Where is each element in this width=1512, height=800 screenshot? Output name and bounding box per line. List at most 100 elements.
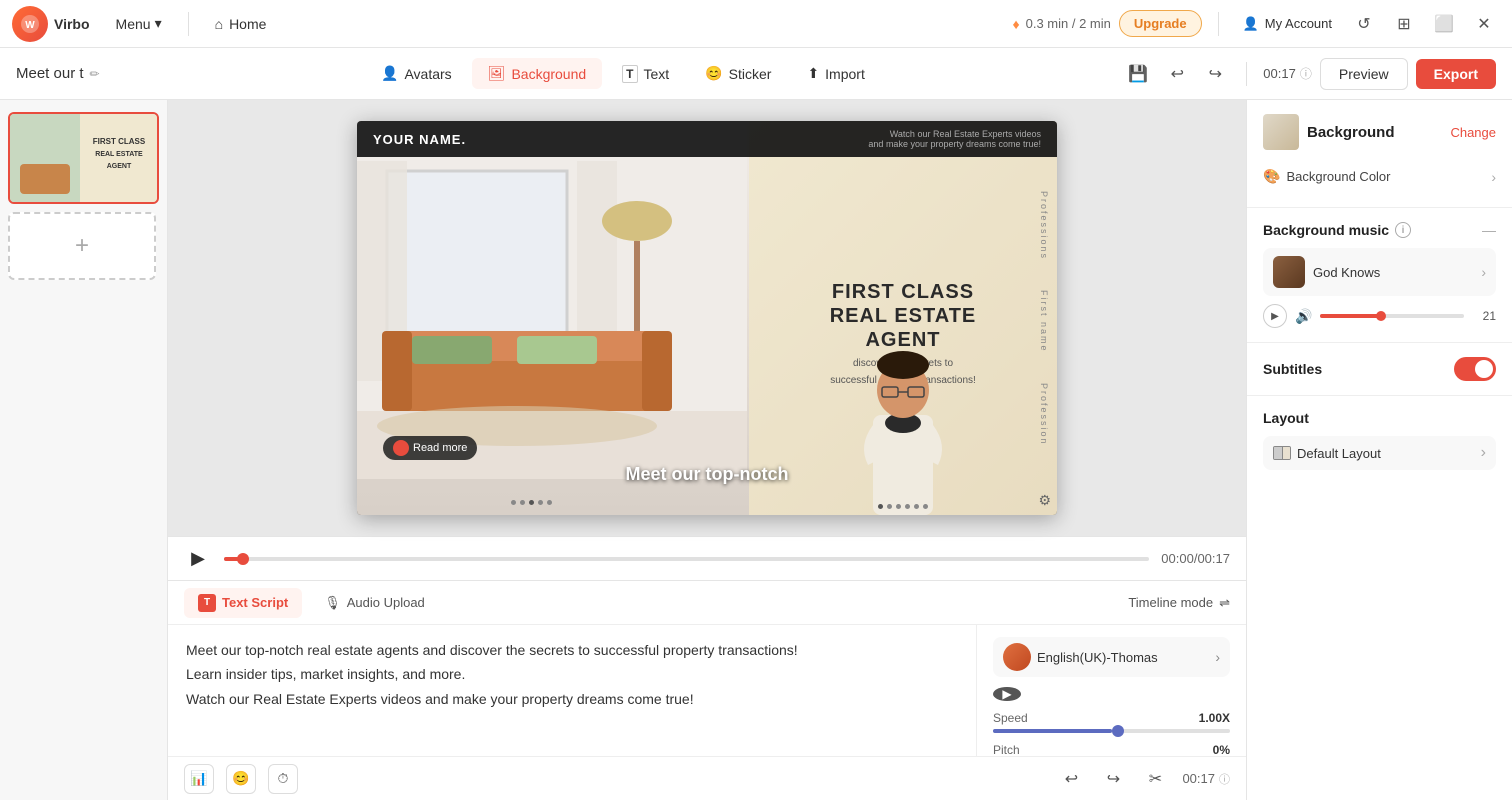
background-icon: 🖼 — [488, 65, 506, 82]
speed-param: Speed 1.00X — [993, 711, 1230, 733]
edit-title-icon[interactable]: ✏ — [90, 67, 100, 81]
current-time: 00:00 — [1161, 551, 1194, 566]
script-voice-area: English(UK)-Thomas › ▶ Speed 1.00X — [976, 625, 1246, 756]
background-section-title: Background — [1307, 124, 1442, 141]
text-script-tab[interactable]: T Text Script — [184, 588, 302, 618]
script-line-1: Meet our top-notch real estate agents an… — [186, 639, 958, 661]
palette-icon: 🎨 — [1263, 168, 1280, 185]
gem-icon: ♦ — [1012, 16, 1019, 32]
text-label: Text — [644, 66, 670, 82]
insert-chart-button[interactable]: 📊 — [184, 764, 214, 794]
text-button[interactable]: T Text — [606, 58, 685, 90]
background-thumb — [1263, 114, 1299, 150]
close-button[interactable]: ✕ — [1468, 8, 1500, 40]
save-button[interactable]: 💾 — [1122, 58, 1154, 90]
timeline-mode-button[interactable]: Timeline mode ⇌ — [1128, 595, 1230, 611]
text-script-icon: T — [198, 594, 216, 612]
layout-selector[interactable]: Default Layout › — [1263, 436, 1496, 470]
divider-3 — [1246, 62, 1247, 86]
music-collapse-icon[interactable]: — — [1482, 222, 1496, 238]
background-button[interactable]: 🖼 Background — [472, 58, 603, 89]
header-right-text: Watch our Real Estate Experts videosand … — [868, 129, 1041, 149]
music-volume-slider[interactable] — [1320, 314, 1464, 318]
dot-l-1 — [511, 500, 516, 505]
window-button[interactable]: ⬜ — [1428, 8, 1460, 40]
music-expand-icon[interactable]: › — [1481, 264, 1486, 280]
voice-selector[interactable]: English(UK)-Thomas › — [993, 637, 1230, 677]
speed-slider[interactable] — [993, 729, 1230, 733]
play-button[interactable]: ▶ — [184, 545, 212, 573]
script-time-value: 00:17 — [1182, 771, 1215, 786]
music-volume-value: 21 — [1472, 309, 1496, 323]
bg-color-expand-icon[interactable]: › — [1491, 169, 1496, 185]
your-name-text: YOUR NAME. — [373, 132, 466, 147]
speed-fill — [993, 729, 1112, 733]
layout-name: Default Layout — [1273, 446, 1381, 461]
undo-icon: ↩ — [1171, 64, 1184, 84]
settings-icon[interactable]: ⚙ — [1038, 492, 1051, 509]
sticker-button[interactable]: 😊 Sticker — [689, 58, 787, 89]
script-text-input[interactable]: Meet our top-notch real estate agents an… — [168, 625, 976, 756]
duration-text: 0.3 min / 2 min — [1026, 16, 1111, 31]
upgrade-button[interactable]: Upgrade — [1119, 10, 1202, 37]
subtitles-toggle[interactable] — [1454, 357, 1496, 381]
export-button[interactable]: Export — [1416, 59, 1496, 89]
playback-bar: ▶ 00:00/00:17 — [168, 536, 1246, 580]
total-time: 00:17 — [1197, 551, 1230, 566]
virbo-wm-icon — [393, 440, 409, 456]
audio-upload-tab[interactable]: 🎙 Audio Upload — [310, 589, 439, 617]
side-labels: Professions First name Profession — [1039, 191, 1049, 445]
timeline-mode-label: Timeline mode — [1128, 595, 1213, 610]
import-button[interactable]: ⬆ Import — [791, 58, 880, 89]
add-slide-button[interactable]: + — [8, 212, 156, 280]
music-header: Background music i — — [1263, 222, 1496, 238]
re-title-line1: FIRST CLASS — [830, 280, 977, 304]
avatars-icon: 👤 — [381, 65, 398, 82]
account-icon: 👤 — [1243, 16, 1259, 32]
read-more-popup[interactable]: Read more — [383, 436, 477, 460]
toolbar-right: 💾 ↩ ↪ 00:17 ⓘ Preview Export — [1122, 58, 1496, 90]
script-settings-icon: ✂ — [1149, 769, 1162, 789]
account-area[interactable]: 👤 My Account — [1235, 12, 1340, 36]
music-play-button[interactable]: ▶ — [1263, 304, 1287, 328]
background-thumb-inner — [1263, 114, 1299, 150]
avatars-button[interactable]: 👤 Avatars — [365, 58, 468, 89]
grid-button[interactable]: ⊞ — [1388, 8, 1420, 40]
subtitles-label: Subtitles — [1263, 361, 1322, 377]
sticker-icon: 😊 — [705, 65, 722, 82]
voice-avatar-icon — [1003, 643, 1031, 671]
undo-button[interactable]: ↩ — [1162, 59, 1192, 89]
center-area: YOUR NAME. Watch our Real Estate Experts… — [168, 100, 1246, 800]
music-controls: ▶ 🔊 21 — [1263, 304, 1496, 328]
grid-icon: ⊞ — [1397, 14, 1410, 34]
change-background-button[interactable]: Change — [1450, 125, 1496, 140]
slide-1-preview: FIRST CLASS REAL ESTATE AGENT — [10, 114, 158, 202]
dot-l-4 — [538, 500, 543, 505]
re-title-line2: REAL ESTATE — [830, 304, 977, 328]
menu-button[interactable]: Menu ▾ — [106, 9, 172, 38]
progress-bar[interactable] — [224, 557, 1149, 561]
layout-expand-icon: › — [1481, 444, 1486, 462]
clock-button[interactable]: ⏱ — [268, 764, 298, 794]
dot-1 — [878, 504, 883, 509]
preview-button[interactable]: Preview — [1320, 58, 1408, 90]
logo-area: W Virbo — [12, 6, 90, 42]
slide-1-thumb[interactable]: 1 FIRST CLASS REAL ESTATE AGENT — [8, 112, 159, 204]
history-button[interactable]: ↺ — [1348, 8, 1380, 40]
redo-button[interactable]: ↪ — [1200, 59, 1230, 89]
toolbar: Meet our t ✏ 👤 Avatars 🖼 Background T Te… — [0, 48, 1512, 100]
voice-expand-icon: › — [1215, 649, 1220, 665]
voice-play-button[interactable]: ▶ — [993, 687, 1021, 701]
script-settings-button[interactable]: ✂ — [1140, 764, 1170, 794]
music-volume-fill — [1320, 314, 1380, 318]
emoji-button[interactable]: 😊 — [226, 764, 256, 794]
music-track-name: God Knows — [1313, 265, 1473, 280]
divider-2 — [1218, 12, 1219, 36]
script-tabs: T Text Script 🎙 Audio Upload Timeline mo… — [168, 581, 1246, 625]
layout-icon — [1273, 446, 1291, 460]
home-button[interactable]: ⌂ Home — [205, 10, 277, 38]
script-undo-button[interactable]: ↩ — [1056, 764, 1086, 794]
speed-label: Speed — [993, 711, 1028, 725]
svg-text:W: W — [25, 20, 35, 31]
script-redo-button[interactable]: ↪ — [1098, 764, 1128, 794]
